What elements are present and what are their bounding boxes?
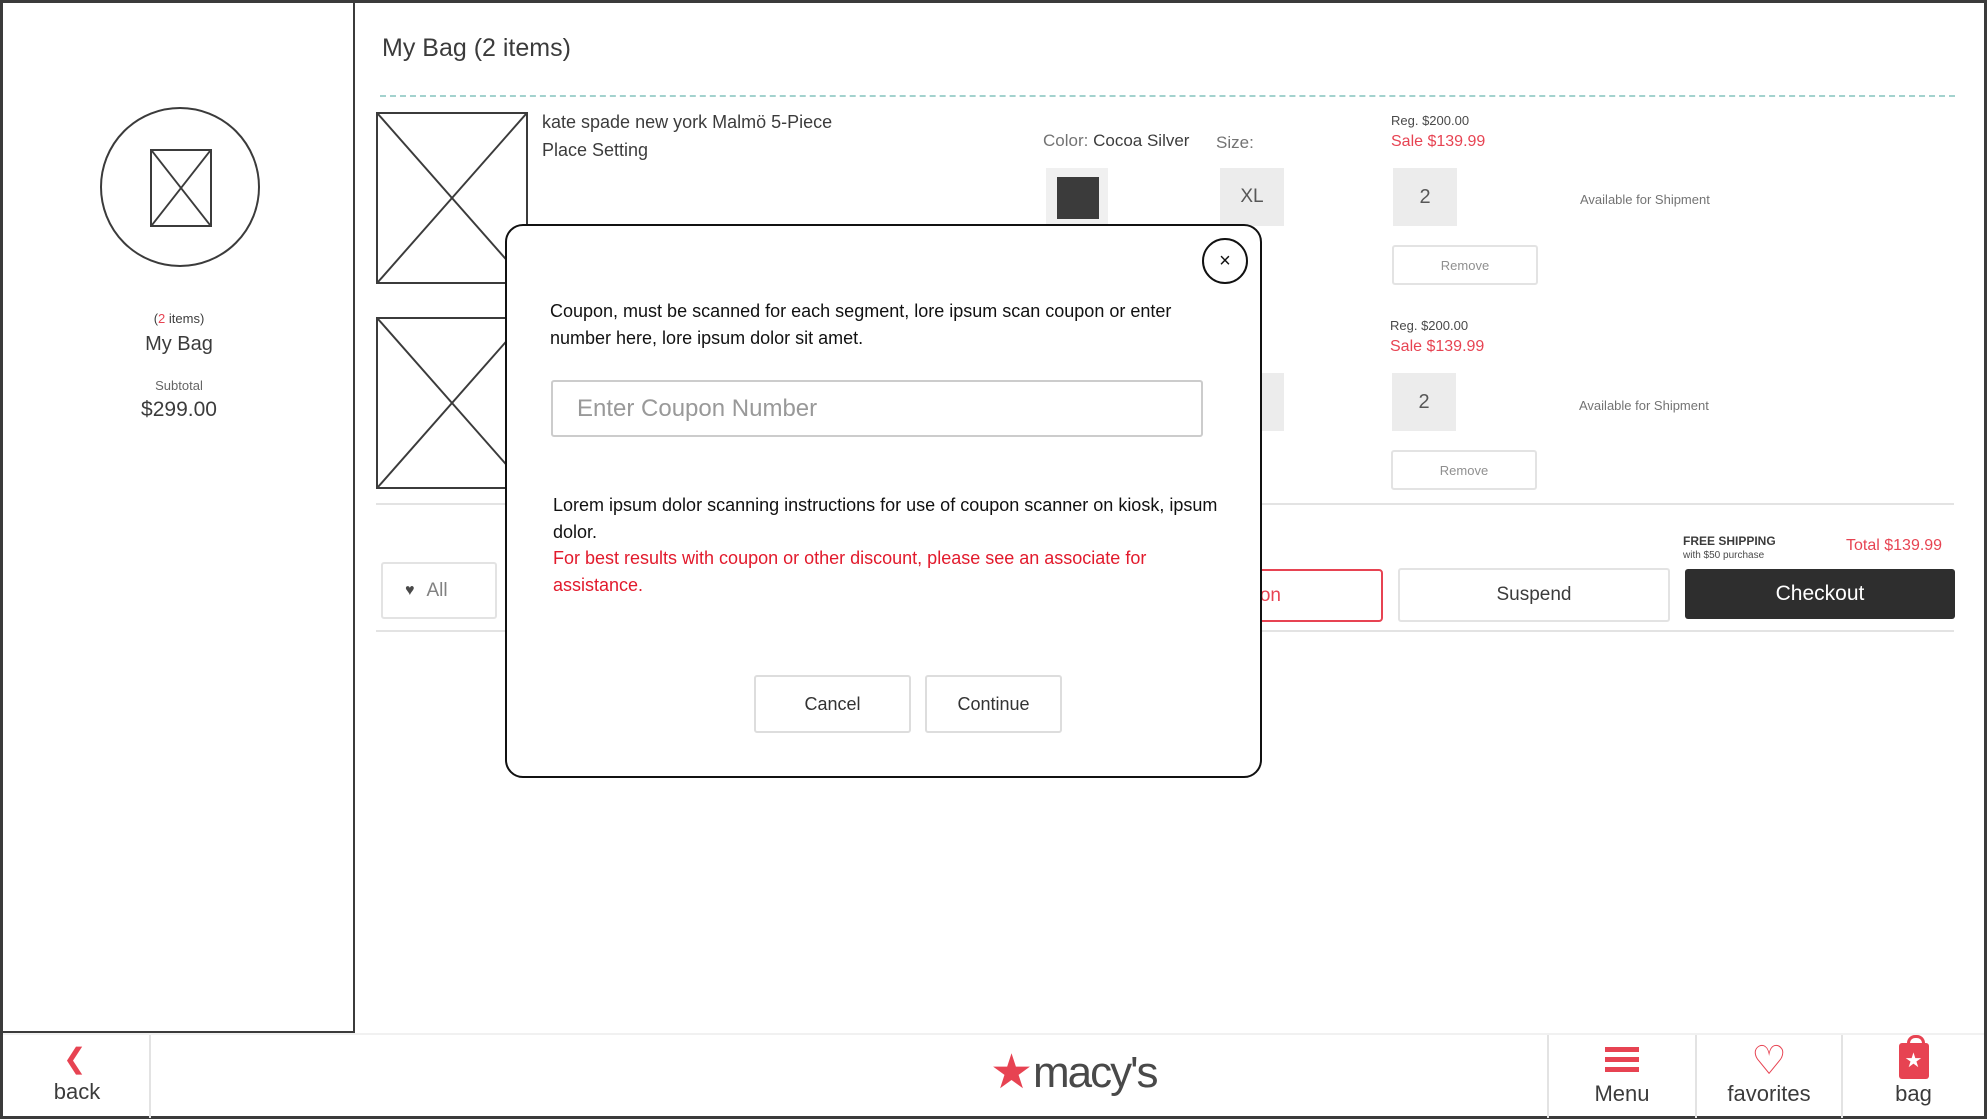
close-icon[interactable]: × <box>1202 238 1248 284</box>
scanner-instructions: Lorem ipsum dolor scanning instructions … <box>553 495 1218 542</box>
continue-button[interactable]: Continue <box>925 675 1062 733</box>
coupon-number-input[interactable] <box>551 380 1203 437</box>
coupon-instructions: Coupon, must be scanned for each segment… <box>550 301 1172 348</box>
cancel-button[interactable]: Cancel <box>754 675 911 733</box>
associate-notice: For best results with coupon or other di… <box>553 548 1147 595</box>
coupon-dialog: × Coupon, must be scanned for each segme… <box>505 224 1262 778</box>
